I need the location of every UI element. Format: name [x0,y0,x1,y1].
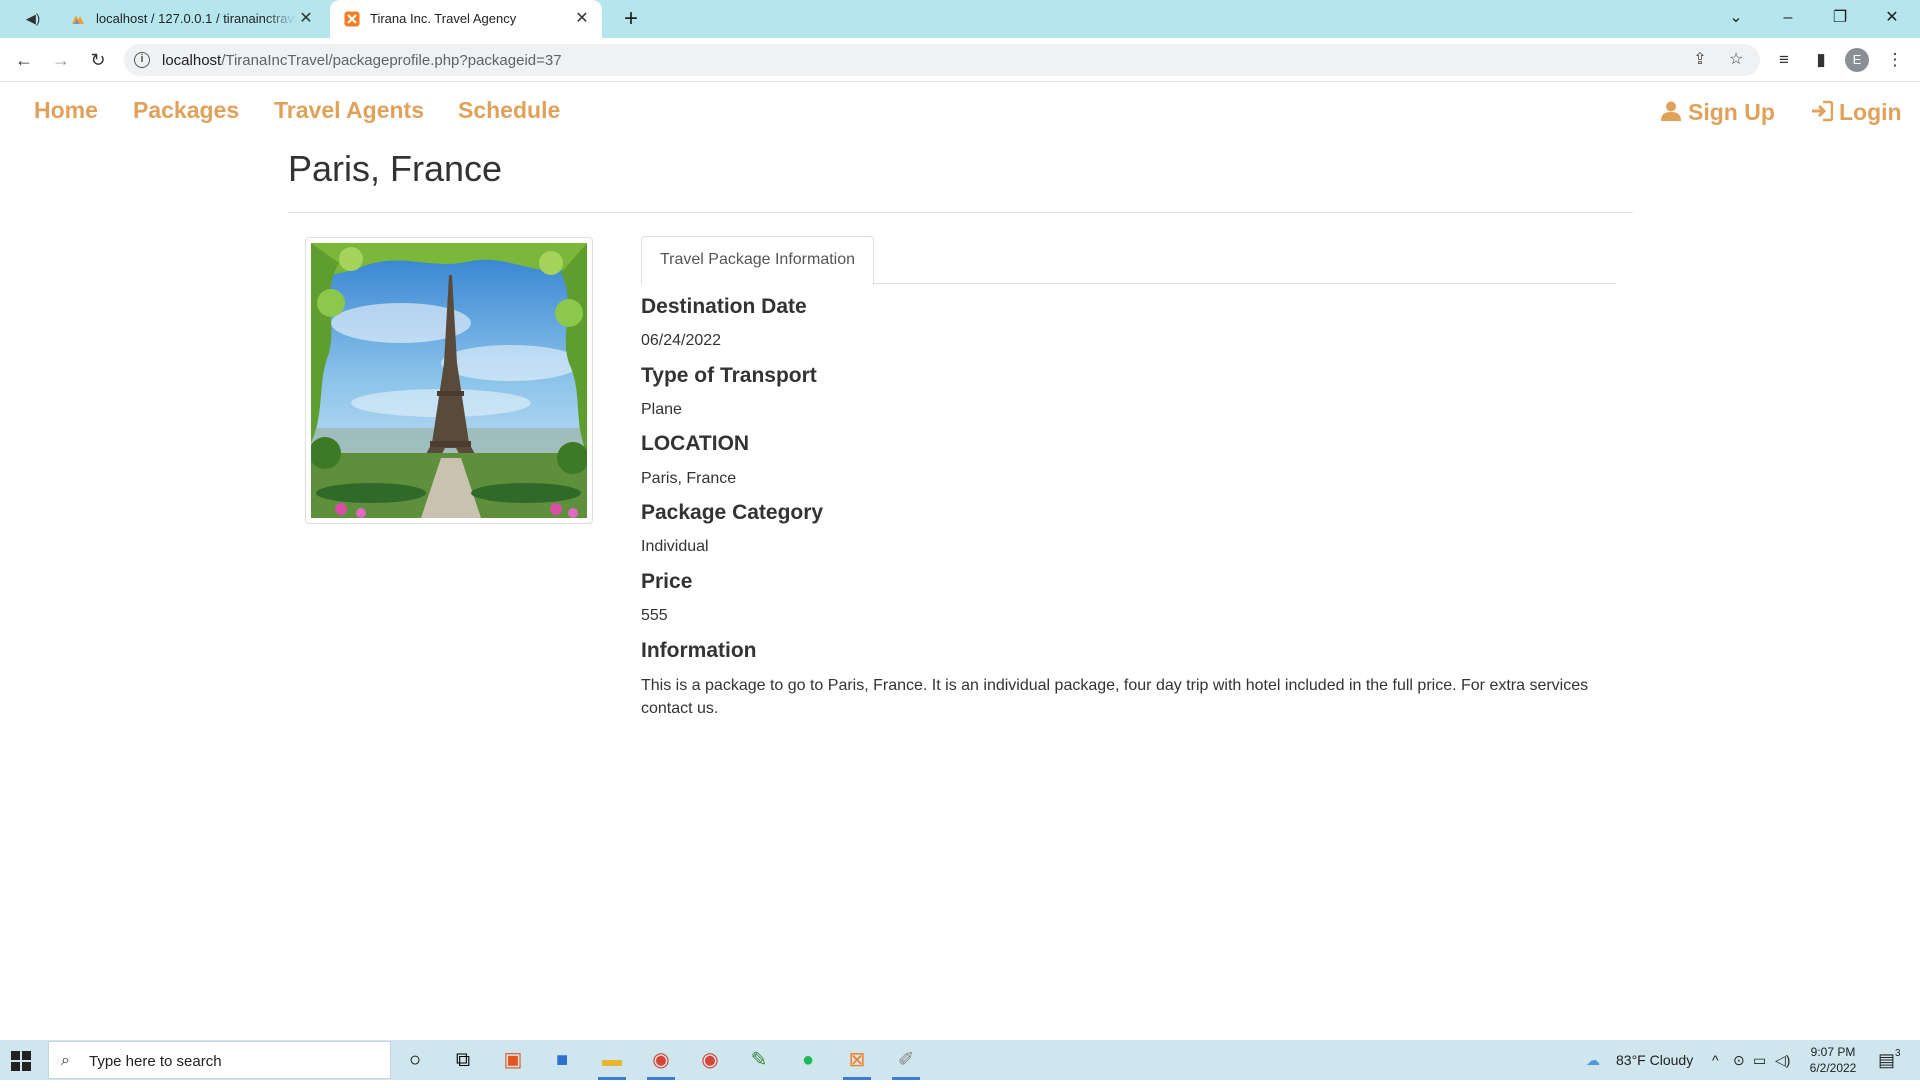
tab-title: Tirana Inc. Travel Agency [370,11,517,26]
side-panel-icon[interactable]: ▮ [1807,46,1835,74]
media-control-icon[interactable]: ≡ [1770,46,1798,74]
information-text: This is a package to go to Paris, France… [641,677,1589,717]
browser-tab-phpmyadmin[interactable]: localhost / 127.0.0.1 / tiranainctravel … [56,0,326,38]
chrome-profile-icon[interactable]: ◉ [690,1044,730,1080]
title-divider [288,212,1633,213]
browser-toolbar: ← → ↻ i localhost/TiranaIncTravel/packag… [0,38,1920,82]
tab-close-icon[interactable]: ✕ [572,9,592,29]
package-category-label: Package Category [641,501,824,524]
information-label: Information [641,639,757,662]
browser-tab-travel-agency[interactable]: Tirana Inc. Travel Agency ✕ [330,0,602,38]
close-window-button[interactable]: ✕ [1872,4,1912,32]
site-navbar: Home Packages Travel Agents Schedule Sig… [0,83,1920,143]
forward-arrow-icon[interactable]: → [47,46,75,74]
site-info-icon[interactable]: i [134,52,150,68]
price-label: Price [641,570,693,593]
notepad-icon[interactable]: ✎ [739,1044,779,1080]
file-explorer-icon[interactable]: ▬ [592,1044,632,1080]
meet-now-icon[interactable]: ⊙ [1733,1040,1745,1080]
chrome-icon[interactable]: ◉ [641,1044,681,1080]
weather-cloud-icon[interactable]: ☁ [1586,1040,1600,1080]
location-label: LOCATION [641,432,750,455]
eiffel-tower-photo [311,243,587,518]
destination-date-value: 06/24/2022 [641,332,722,349]
notification-count: 3 [1895,1048,1901,1059]
login-label: Login [1839,99,1902,125]
nav-link-home[interactable]: Home [34,97,98,124]
package-tabs: Travel Package Information [641,236,1616,285]
restore-button[interactable]: ❐ [1820,4,1860,32]
windows-taskbar: ⌕ Type here to search ○ ⧉ ▣ ■ ▬ ◉ ◉ ✎ ● … [0,1040,1920,1080]
tab-search-chevron-icon[interactable]: ⌄ [1716,4,1756,32]
task-view-icon[interactable]: ⧉ [443,1044,483,1080]
price-value: 555 [641,607,668,624]
user-icon [1661,101,1681,121]
location-value: Paris, France [641,470,737,487]
transport-type-value: Plane [641,401,682,418]
network-icon[interactable]: ▭ [1753,1040,1766,1080]
login-icon [1812,100,1833,122]
tab-travel-package-information[interactable]: Travel Package Information [641,236,874,285]
windows-start-icon[interactable] [10,1050,32,1072]
share-icon[interactable]: ⇪ [1690,50,1710,70]
url-text[interactable]: localhost/TiranaIncTravel/packageprofile… [162,52,562,69]
bookmark-star-icon[interactable]: ☆ [1726,50,1746,70]
xampp-favicon-icon [344,11,360,27]
profile-avatar[interactable]: E [1845,48,1869,72]
sign-up-link[interactable]: Sign Up [1660,99,1775,126]
package-image [305,237,593,524]
weather-text[interactable]: 83°F Cloudy [1616,1040,1693,1080]
tab-title: localhost / 127.0.0.1 / tiranainctravel [96,11,296,26]
menu-kebab-icon[interactable]: ⋮ [1881,46,1909,74]
search-icon: ⌕ [61,1052,70,1069]
office-icon[interactable]: ▣ [493,1044,533,1080]
tray-chevron-icon[interactable]: ^ [1712,1040,1719,1080]
address-bar[interactable]: i localhost/TiranaIncTravel/packageprofi… [124,44,1760,76]
paint-icon[interactable]: ✐ [886,1044,926,1080]
nav-link-schedule[interactable]: Schedule [458,97,560,124]
store-icon[interactable]: ■ [542,1044,582,1080]
phpmyadmin-favicon-icon [72,15,84,24]
xampp-icon[interactable]: ⊠ [837,1044,877,1080]
tab-audio-icon[interactable]: ◀) [24,10,42,28]
clock-time: 9:07 PM [1810,1045,1856,1059]
sign-up-label: Sign Up [1688,99,1775,125]
page-title: Paris, France [288,148,503,189]
clock-date: 6/2/2022 [1809,1061,1857,1075]
nav-link-travel-agents[interactable]: Travel Agents [274,97,424,124]
notifications-icon[interactable]: ▤ [1878,1040,1895,1080]
nav-link-packages[interactable]: Packages [133,97,239,124]
browser-tab-bar: ◀) localhost / 127.0.0.1 / tiranainctrav… [0,0,1920,38]
cortana-icon[interactable]: ○ [395,1044,435,1080]
login-link[interactable]: Login [1811,99,1902,126]
package-category-value: Individual [641,538,709,555]
reload-icon[interactable]: ↻ [84,46,112,74]
search-placeholder: Type here to search [89,1053,222,1070]
clock[interactable]: 9:07 PM 6/2/2022 [1805,1044,1861,1076]
new-tab-button[interactable]: + [618,6,644,32]
transport-type-label: Type of Transport [641,364,817,387]
taskbar-search-input[interactable]: ⌕ Type here to search [48,1041,391,1079]
minimize-button[interactable]: – [1768,4,1808,32]
volume-icon[interactable]: ◁) [1775,1040,1790,1080]
spotify-icon[interactable]: ● [788,1044,828,1080]
destination-date-label: Destination Date [641,295,807,318]
tab-close-icon[interactable]: ✕ [296,9,316,29]
back-arrow-icon[interactable]: ← [10,46,38,74]
